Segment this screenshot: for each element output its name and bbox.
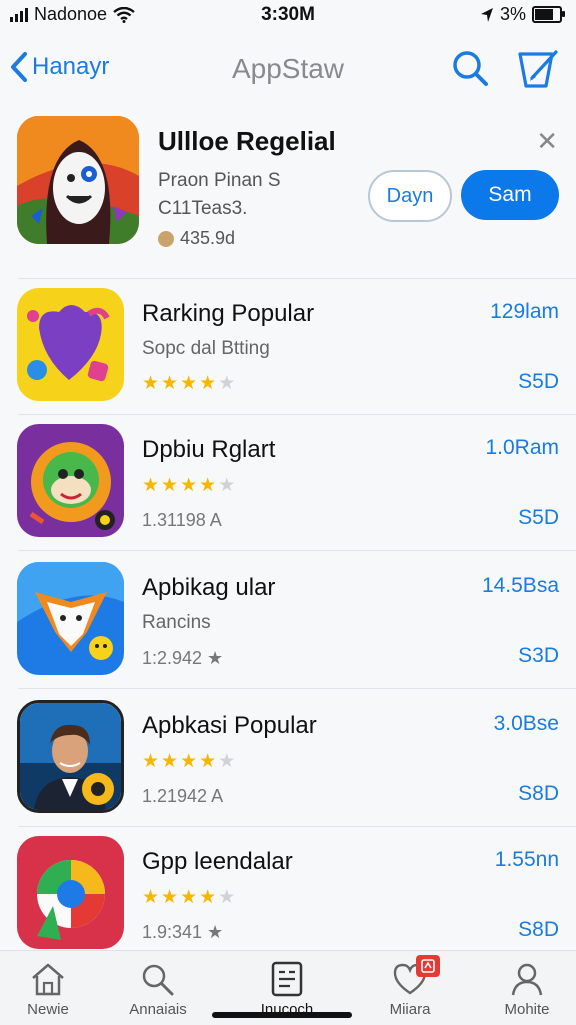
star-icon: ★ (180, 751, 198, 772)
notification-badge (416, 955, 440, 977)
tab-updates[interactable]: Inucoch (237, 961, 337, 1018)
app-size: 14.5Bsa (481, 574, 559, 597)
close-button[interactable]: ✕ (536, 126, 558, 157)
rating-count: 1:2.942 ★ (142, 648, 224, 668)
star-icon: ★ (218, 751, 236, 772)
star-rating: ★ ★ ★ ★ ★ (142, 886, 235, 909)
tab-profile[interactable]: Mohite (477, 961, 576, 1018)
featured-app-developer: Praon Pinan S (158, 170, 281, 191)
search-button[interactable] (450, 48, 490, 93)
app-row[interactable]: Apbkasi Popular ★ ★ ★ ★ ★ 1.21942 A 3.0B… (0, 694, 576, 828)
star-rating: ★ ★ ★ ★ ★ (142, 474, 235, 497)
star-rating: ★ ★ ★ ★ ★ (142, 372, 235, 395)
battery-percent: 3% (499, 4, 526, 24)
app-icon (17, 836, 124, 949)
app-row[interactable]: Apbikag ular Rancins 1:2.942 ★ 14.5Bsa S… (0, 556, 576, 690)
app-icon (17, 288, 124, 401)
app-price-button[interactable]: S5D (518, 506, 559, 530)
app-row[interactable]: Gpp leendalar ★ ★ ★ ★ ★ 1.9:341 ★ 1.55nn… (0, 830, 576, 964)
rating-count: 1.31198 A (142, 510, 222, 530)
star-icon: ★ (199, 887, 217, 908)
search-icon (453, 51, 488, 86)
tab-label: Miiara (389, 1001, 431, 1018)
tab-messages[interactable]: Miiara (360, 955, 460, 1018)
status-right: 3% (480, 4, 565, 25)
battery-icon (532, 6, 565, 23)
app-name: Dpbiu Rglart (142, 436, 276, 463)
star-icon: ★ (142, 887, 160, 908)
app-size: 129lam (490, 300, 559, 323)
badge-icon (421, 959, 435, 973)
featured-rating-value: 435.9d (180, 228, 236, 248)
divider (18, 826, 576, 827)
app-row[interactable]: Rarking Popular Sopc dal Btting ★ ★ ★ ★ … (0, 282, 576, 416)
star-icon: ★ (142, 373, 160, 394)
rating-count: 1.21942 A (142, 786, 224, 806)
app-subtitle: Rancins (142, 612, 211, 633)
app-size: 1.0Ram (485, 436, 559, 459)
star-icon: ★ (161, 373, 179, 394)
status-bar: Nadonoe 3:30M 3% (0, 0, 576, 30)
secondary-action-button[interactable]: Dayn (368, 170, 452, 222)
tab-label: Newie (27, 1001, 69, 1018)
featured-app-category: C11Teas3. (158, 198, 248, 219)
home-icon (32, 963, 64, 996)
nav-bar: Hanayr AppStaw (0, 40, 576, 100)
star-icon: ★ (218, 475, 236, 496)
app-price-button[interactable]: S3D (518, 644, 559, 668)
star-icon: ★ (161, 751, 179, 772)
search-icon (142, 964, 174, 996)
app-size: 3.0Bse (493, 712, 559, 735)
coin-icon (158, 230, 174, 247)
star-icon: ★ (199, 475, 217, 496)
divider (18, 414, 576, 415)
featured-app-card[interactable]: Ullloe Regelial Praon Pinan S C11Teas3. … (0, 108, 576, 278)
app-row[interactable]: Dpbiu Rglart ★ ★ ★ ★ ★ 1.31198 A 1.0Ram … (0, 418, 576, 552)
app-size: 1.55nn (494, 848, 559, 871)
featured-app-rating: 435.9d (158, 228, 235, 249)
star-icon: ★ (180, 887, 198, 908)
star-icon: ★ (199, 373, 217, 394)
rating-count: 1.9:341 ★ (142, 922, 224, 942)
star-icon: ★ (180, 373, 198, 394)
app-icon (17, 700, 124, 813)
star-icon: ★ (218, 373, 236, 394)
edit-icon (518, 50, 558, 88)
star-icon: ★ (180, 475, 198, 496)
primary-action-button[interactable]: Sam (461, 170, 559, 220)
location-arrow-icon (480, 7, 493, 22)
star-icon: ★ (199, 751, 217, 772)
app-icon (17, 562, 124, 675)
featured-app-title: Ullloe Regelial (158, 126, 336, 156)
app-price-button[interactable]: S8D (518, 782, 559, 806)
featured-app-icon (17, 116, 139, 244)
person-icon (511, 963, 543, 996)
edit-button[interactable] (516, 48, 560, 95)
app-name: Gpp leendalar (142, 848, 293, 875)
app-price-button[interactable]: S8D (518, 918, 559, 942)
tab-new[interactable]: Newie (0, 961, 98, 1018)
app-icon (17, 424, 124, 537)
app-name: Apbkasi Popular (142, 712, 317, 739)
document-icon (271, 961, 303, 997)
app-subtitle: Sopc dal Btting (142, 338, 270, 359)
app-price-button[interactable]: S5D (518, 370, 559, 394)
star-icon: ★ (161, 475, 179, 496)
star-icon: ★ (161, 887, 179, 908)
tab-search[interactable]: Annaiais (108, 961, 208, 1018)
tab-label: Mohite (504, 1001, 550, 1018)
tab-label: Annaiais (129, 1001, 187, 1018)
star-rating: ★ ★ ★ ★ ★ (142, 750, 235, 773)
star-icon: ★ (142, 751, 160, 772)
star-icon: ★ (218, 887, 236, 908)
divider (18, 278, 576, 279)
home-indicator (212, 1012, 352, 1018)
divider (18, 688, 576, 689)
star-icon: ★ (142, 475, 160, 496)
app-name: Apbikag ular (142, 574, 276, 601)
divider (18, 550, 576, 551)
app-name: Rarking Popular (142, 300, 315, 327)
